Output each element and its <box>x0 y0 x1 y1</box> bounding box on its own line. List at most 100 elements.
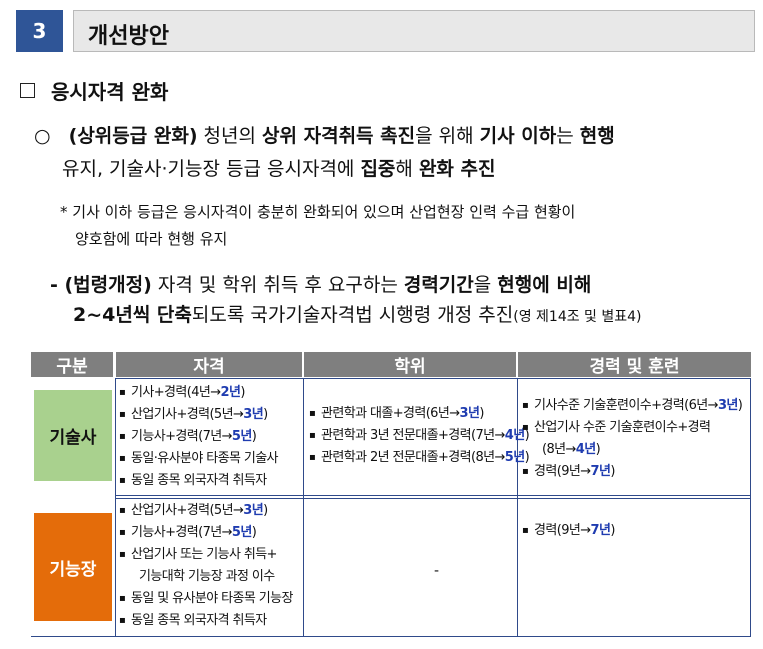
list-item: 관련학과 2년 전문대졸+경력(8년→5년) <box>309 447 530 469</box>
note-line-2: 양호함에 따라 현행 유지 <box>75 230 228 248</box>
header-career: 경력 및 훈련 <box>518 352 751 377</box>
row-divider <box>115 498 751 499</box>
cell-gineungjang-career: 경력(9년→7년) <box>522 520 615 542</box>
circle-bullet-icon: ○ <box>34 125 51 147</box>
highlight-value: 3년 <box>243 503 264 518</box>
item-text: 동일 종목 외국자격 취득자 <box>131 473 267 488</box>
law-reference: (영 제14조 및 별표4) <box>513 309 642 325</box>
text-span: 완화 추진 <box>418 158 496 180</box>
item-text: ) <box>595 442 601 457</box>
section-number: 3 <box>16 10 63 52</box>
qualification-table: 구분 자격 학위 경력 및 훈련 기술사 기능장 기사+경력(4년→2년)산업기… <box>31 352 751 637</box>
header-gubun: 구분 <box>31 352 113 377</box>
text-span: 기사 이하 <box>479 125 557 147</box>
list-item: 동일 및 유사분야 타종목 기능장 <box>119 588 293 610</box>
list-item: 산업기사 수준 기술훈련이수+경력 <box>522 417 742 439</box>
item-text: ) <box>610 464 615 479</box>
item-text: ) <box>263 503 268 518</box>
cell-gineungjang-hakwi: - <box>434 563 440 579</box>
main-point-tag: (상위등급 완화) <box>68 125 198 147</box>
item-text: ) <box>251 429 257 444</box>
list-item: 산업기사 또는 기능사 취득+ <box>119 544 293 566</box>
sub-point-tag: - (법령개정) <box>50 274 152 296</box>
row-divider <box>115 495 751 496</box>
category-gisulsa: 기술사 <box>34 390 112 481</box>
text-span: 2~4년씩 단축 <box>73 304 192 326</box>
text-span: 경력기간 <box>403 274 474 296</box>
section-title: 개선방안 <box>88 24 169 49</box>
highlight-value: 3년 <box>243 407 264 422</box>
item-text: (8년→ <box>542 442 576 457</box>
list-item: 관련학과 3년 전문대졸+경력(7년→4년) <box>309 425 530 447</box>
highlight-value: 3년 <box>459 406 480 421</box>
text-span: 청년의 <box>197 125 263 147</box>
item-text: 관련학과 3년 전문대졸+경력(7년→ <box>321 428 505 443</box>
section-header: 3 개선방안 <box>16 10 755 52</box>
item-text: ) <box>240 385 245 400</box>
list-item: 산업기사+경력(5년→3년) <box>119 500 293 522</box>
text-span: 집중 <box>360 158 396 180</box>
list-item: 기능사+경력(7년→5년) <box>119 522 293 544</box>
text-span: 상위 자격취득 촉진 <box>262 125 416 147</box>
sub-point-line-1: - (법령개정) 자격 및 학위 취득 후 요구하는 경력기간을 현행에 비해 <box>50 276 591 295</box>
cell-gineungjang-jakyeok: 산업기사+경력(5년→3년)기능사+경력(7년→5년)산업기사 또는 기능사 취… <box>119 500 293 632</box>
item-text: 산업기사+경력(5년→ <box>131 407 244 422</box>
item-text: 관련학과 대졸+경력(6년→ <box>321 406 460 421</box>
item-text: 경력(9년→ <box>534 464 591 479</box>
item-text: 관련학과 2년 전문대졸+경력(8년→ <box>321 450 505 465</box>
list-item: 동일 종목 외국자격 취득자 <box>119 610 293 632</box>
cell-gisulsa-career: 기사수준 기술훈련이수+경력(6년→3년) 산업기사 수준 기술훈련이수+경력 (8… <box>522 395 743 483</box>
text-span: 는 <box>556 125 580 147</box>
table-bottom-rule <box>31 636 751 637</box>
highlight-value: 5년 <box>231 525 252 540</box>
subsection-title: 응시자격 완화 <box>51 80 169 104</box>
highlight-value: 2년 <box>220 385 241 400</box>
item-text: 동일·유사분야 타종목 기술사 <box>131 451 279 466</box>
main-point-line-1: ○ (상위등급 완화) 청년의 상위 자격취득 촉진을 위해 기사 이하는 현행 <box>34 127 615 146</box>
list-item: 산업기사+경력(5년→3년) <box>119 404 278 426</box>
checkbox-icon <box>20 83 35 98</box>
category-gineungjang: 기능장 <box>34 513 112 621</box>
item-text: 동일 및 유사분야 타종목 기능장 <box>131 591 293 606</box>
text-span: 현행 <box>579 125 615 147</box>
list-item: 경력(9년→7년) <box>522 461 742 483</box>
cell-gisulsa-jakyeok: 기사+경력(4년→2년)산업기사+경력(5년→3년)기능사+경력(7년→5년)동… <box>119 382 279 492</box>
list-item: (8년→4년) <box>522 439 742 461</box>
item-text: ) <box>610 523 615 538</box>
item-text: 기능사+경력(7년→ <box>131 525 232 540</box>
item-text: ) <box>251 525 257 540</box>
list-item: 동일·유사분야 타종목 기술사 <box>119 448 279 470</box>
item-text: ) <box>737 398 743 413</box>
item-text: 기능사+경력(7년→ <box>131 429 232 444</box>
main-point-line-2: 유지, 기술사·기능장 등급 응시자격에 집중해 완화 추진 <box>62 160 496 179</box>
text-span: 유지, 기술사·기능장 등급 응시자격 <box>62 158 337 180</box>
note-line-1: * 기사 이하 등급은 응시자격이 충분히 완화되어 있으며 산업현장 인력 수… <box>60 203 576 221</box>
highlight-value: 3년 <box>717 398 738 413</box>
list-item: 동일 종목 외국자격 취득자 <box>119 470 278 492</box>
text-span: 을 위해 <box>415 125 480 147</box>
header-hakwi: 학위 <box>304 352 516 377</box>
item-text: 기사+경력(4년→ <box>131 385 221 400</box>
text-span: 되도록 국가기술자격법 시행령 개정 추진 <box>191 304 514 326</box>
list-item: 기능대학 기능장 과정 이수 <box>119 566 293 588</box>
section-title-box: 개선방안 <box>73 10 755 52</box>
list-item: 경력(9년→7년) <box>522 520 615 542</box>
item-text: 산업기사+경력(5년→ <box>131 503 244 518</box>
list-item: 기능사+경력(7년→5년) <box>119 426 278 448</box>
text-span: 자격 및 학위 취득 후 요구하는 <box>151 274 404 296</box>
item-text: 산업기사 또는 기능사 취득+ <box>131 547 277 562</box>
text-span: 을 <box>473 274 498 296</box>
highlight-value: 4년 <box>575 442 596 457</box>
text-span: 해 <box>395 158 419 180</box>
subsection-header: 응시자격 완화 <box>20 76 168 105</box>
item-text: 산업기사 수준 기술훈련이수+경력 <box>534 420 711 435</box>
highlight-value: 7년 <box>590 464 611 479</box>
cell-gisulsa-hakwi: 관련학과 대졸+경력(6년→3년)관련학과 3년 전문대졸+경력(7년→4년)관… <box>309 403 530 469</box>
item-text: 기능대학 기능장 과정 이수 <box>139 569 275 584</box>
item-text: 경력(9년→ <box>534 523 591 538</box>
column-divider <box>303 378 304 637</box>
sub-point-line-2: 2~4년씩 단축되도록 국가기술자격법 시행령 개정 추진(영 제14조 및 별… <box>73 306 642 325</box>
highlight-value: 5년 <box>231 429 252 444</box>
header-jakyeok: 자격 <box>116 352 302 377</box>
item-text: ) <box>263 407 268 422</box>
